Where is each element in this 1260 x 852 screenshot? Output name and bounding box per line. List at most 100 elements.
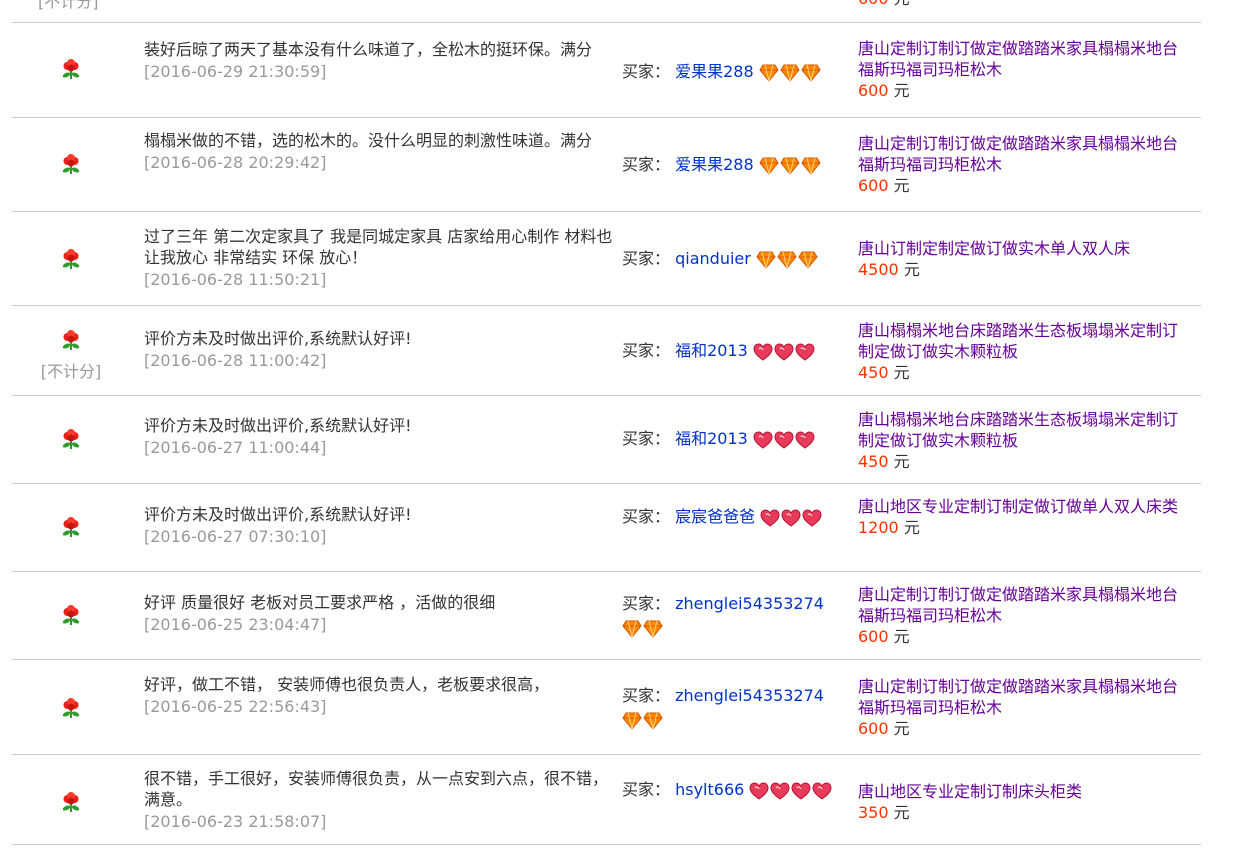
- item-cell: 唐山定制订制订做定做踏踏米家具榻榻米地台福斯玛福司玛柜松木 600 元: [858, 584, 1193, 647]
- buyer-name-link[interactable]: zhenglei54353274: [675, 594, 824, 613]
- no-score-label: [不计分]: [40, 362, 102, 381]
- heart-icon: [781, 508, 802, 527]
- buyer-level: [622, 709, 664, 733]
- review-cell: 评价方未及时做出评价,系统默认好评! [2016-06-27 07:30:10]: [144, 504, 614, 547]
- price-unit: 元: [893, 81, 910, 100]
- buyer-name-link[interactable]: 宸宸爸爸爸: [675, 507, 755, 526]
- review-cell: 榻榻米做的不错，选的松木的。没什么明显的刺激性味道。满分 [2016-06-28…: [144, 130, 614, 173]
- review-cell: 装好后晾了两天了基本没有什么味道了，全松木的挺环保。满分 [2016-06-29…: [144, 39, 614, 82]
- buyer-label: 买家：: [622, 249, 671, 268]
- review-cell: 过了三年 第二次定家具了 我是同城定家具 店家给用心制作 材料也让我放心 非常结…: [144, 226, 614, 290]
- rating-cell: [12, 698, 130, 726]
- buyer-label: 买家：: [622, 341, 671, 360]
- good-rating-flower-icon: [61, 792, 81, 814]
- review-row: 评价方未及时做出评价,系统默认好评! [2016-06-27 07:30:10]…: [12, 484, 1201, 572]
- diamond-icon: [756, 250, 777, 269]
- buyer-label: 买家：: [622, 686, 671, 705]
- buyer-level: [756, 248, 819, 272]
- price-unit: 元: [893, 803, 910, 822]
- review-text: 评价方未及时做出评价,系统默认好评!: [144, 416, 412, 435]
- review-text: 评价方未及时做出评价,系统默认好评!: [144, 505, 412, 524]
- diamond-icon: [622, 619, 643, 638]
- review-text: 很不错，手工很好，安装师傅很负责，从一点安到六点，很不错，满意。: [144, 769, 609, 809]
- review-row: 很不错，手工很好，安装师傅很负责，从一点安到六点，很不错，满意。 [2016-0…: [12, 755, 1201, 845]
- buyer-level: [759, 61, 822, 85]
- buyer-cell: 买家： zhenglei54353274: [622, 684, 852, 733]
- buyer-level: [759, 154, 822, 178]
- heart-icon: [753, 342, 774, 361]
- item-link[interactable]: 唐山定制订制订做定做踏踏米家具榻榻米地台福斯玛福司玛柜松木: [858, 585, 1178, 625]
- buyer-level: [622, 617, 664, 641]
- buyer-cell: 买家： 爱果果288: [622, 153, 852, 178]
- heart-icon: [749, 781, 770, 800]
- item-link[interactable]: 唐山定制订制订做定做踏踏米家具榻榻米地台福斯玛福司玛柜松木: [858, 134, 1178, 174]
- item-link[interactable]: 唐山地区专业定制订制定做订做单人双人床类: [858, 497, 1178, 516]
- buyer-name-link[interactable]: zhenglei54353274: [675, 686, 824, 705]
- previous-row-price: 600 元: [858, 0, 910, 9]
- price-unit: 元: [893, 719, 910, 738]
- item-link[interactable]: 唐山定制订制订做定做踏踏米家具榻榻米地台福斯玛福司玛柜松木: [858, 39, 1178, 79]
- rating-cell: [12, 429, 130, 457]
- price-unit: 元: [893, 176, 910, 195]
- review-text: 过了三年 第二次定家具了 我是同城定家具 店家给用心制作 材料也让我放心 非常结…: [144, 227, 613, 267]
- review-text: 好评 质量很好 老板对员工要求严格 ，活做的很细: [144, 593, 496, 612]
- buyer-name-link[interactable]: qianduier: [675, 249, 751, 268]
- review-row: 好评，做工不错， 安装师傅也很负责人，老板要求很高， [2016-06-25 2…: [12, 660, 1201, 755]
- buyer-cell: 买家： 福和2013: [622, 339, 852, 364]
- buyer-name-link[interactable]: 福和2013: [675, 341, 748, 360]
- good-rating-flower-icon: [61, 429, 81, 451]
- buyer-name-link[interactable]: hsylt666: [675, 780, 744, 799]
- buyer-name-link[interactable]: 爱果果288: [675, 155, 754, 174]
- rating-cell: [12, 517, 130, 545]
- diamond-icon: [798, 250, 819, 269]
- item-link[interactable]: 唐山定制订制订做定做踏踏米家具榻榻米地台福斯玛福司玛柜松木: [858, 677, 1178, 717]
- review-date: [2016-06-27 11:00:44]: [144, 438, 327, 457]
- price-unit: 元: [903, 518, 920, 537]
- item-price: 600: [858, 81, 889, 100]
- rating-cell: [12, 792, 130, 820]
- item-link[interactable]: 唐山榻榻米地台床踏踏米生态板塌塌米定制订制定做订做实木颗粒板: [858, 410, 1178, 450]
- heart-icon: [795, 430, 816, 449]
- buyer-cell: 买家： hsylt666: [622, 778, 852, 803]
- heart-icon: [760, 508, 781, 527]
- heart-icon: [812, 781, 833, 800]
- diamond-icon: [643, 711, 664, 730]
- review-date: [2016-06-29 21:30:59]: [144, 62, 327, 81]
- rating-cell: [12, 605, 130, 633]
- item-link[interactable]: 唐山地区专业定制订制床头柜类: [858, 782, 1082, 801]
- rating-cell: [不计分]: [12, 330, 130, 382]
- review-row: 榻榻米做的不错，选的松木的。没什么明显的刺激性味道。满分 [2016-06-28…: [12, 118, 1201, 212]
- buyer-label: 买家：: [622, 780, 671, 799]
- review-date: [2016-06-28 11:50:21]: [144, 270, 327, 289]
- review-row: 好评 质量很好 老板对员工要求严格 ，活做的很细 [2016-06-25 23:…: [12, 572, 1201, 660]
- heart-icon: [774, 342, 795, 361]
- item-cell: 唐山定制订制订做定做踏踏米家具榻榻米地台福斯玛福司玛柜松木 600 元: [858, 676, 1193, 739]
- review-cell: 好评 质量很好 老板对员工要求严格 ，活做的很细 [2016-06-25 23:…: [144, 592, 614, 635]
- buyer-name-link[interactable]: 福和2013: [675, 429, 748, 448]
- good-rating-flower-icon: [61, 517, 81, 539]
- review-date: [2016-06-23 21:58:07]: [144, 812, 327, 831]
- item-link[interactable]: 唐山榻榻米地台床踏踏米生态板塌塌米定制订制定做订做实木颗粒板: [858, 321, 1178, 361]
- item-cell: 唐山定制订制订做定做踏踏米家具榻榻米地台福斯玛福司玛柜松木 600 元: [858, 133, 1193, 196]
- item-cell: 唐山榻榻米地台床踏踏米生态板塌塌米定制订制定做订做实木颗粒板 450 元: [858, 320, 1193, 383]
- review-cell: 好评，做工不错， 安装师傅也很负责人，老板要求很高， [2016-06-25 2…: [144, 674, 614, 717]
- good-rating-flower-icon: [61, 59, 81, 81]
- buyer-label: 买家：: [622, 155, 671, 174]
- heart-icon: [791, 781, 812, 800]
- rating-cell: [12, 59, 130, 87]
- item-price: 600: [858, 627, 889, 646]
- item-cell: 唐山地区专业定制订制定做订做单人双人床类 1200 元: [858, 496, 1193, 538]
- item-price: 4500: [858, 260, 899, 279]
- review-date: [2016-06-25 22:56:43]: [144, 697, 327, 716]
- item-cell: 唐山定制订制订做定做踏踏米家具榻榻米地台福斯玛福司玛柜松木 600 元: [858, 38, 1193, 101]
- review-text: 榻榻米做的不错，选的松木的。没什么明显的刺激性味道。满分: [144, 131, 593, 150]
- diamond-icon: [780, 156, 801, 175]
- good-rating-flower-icon: [61, 605, 81, 627]
- buyer-cell: 买家： 宸宸爸爸爸: [622, 505, 852, 530]
- item-cell: 唐山订制定制定做订做实木单人双人床 4500 元: [858, 238, 1193, 280]
- review-date: [2016-06-28 20:29:42]: [144, 153, 327, 172]
- buyer-name-link[interactable]: 爱果果288: [675, 62, 754, 81]
- buyer-label: 买家：: [622, 429, 671, 448]
- item-price: 1200: [858, 518, 899, 537]
- item-link[interactable]: 唐山订制定制定做订做实木单人双人床: [858, 239, 1130, 258]
